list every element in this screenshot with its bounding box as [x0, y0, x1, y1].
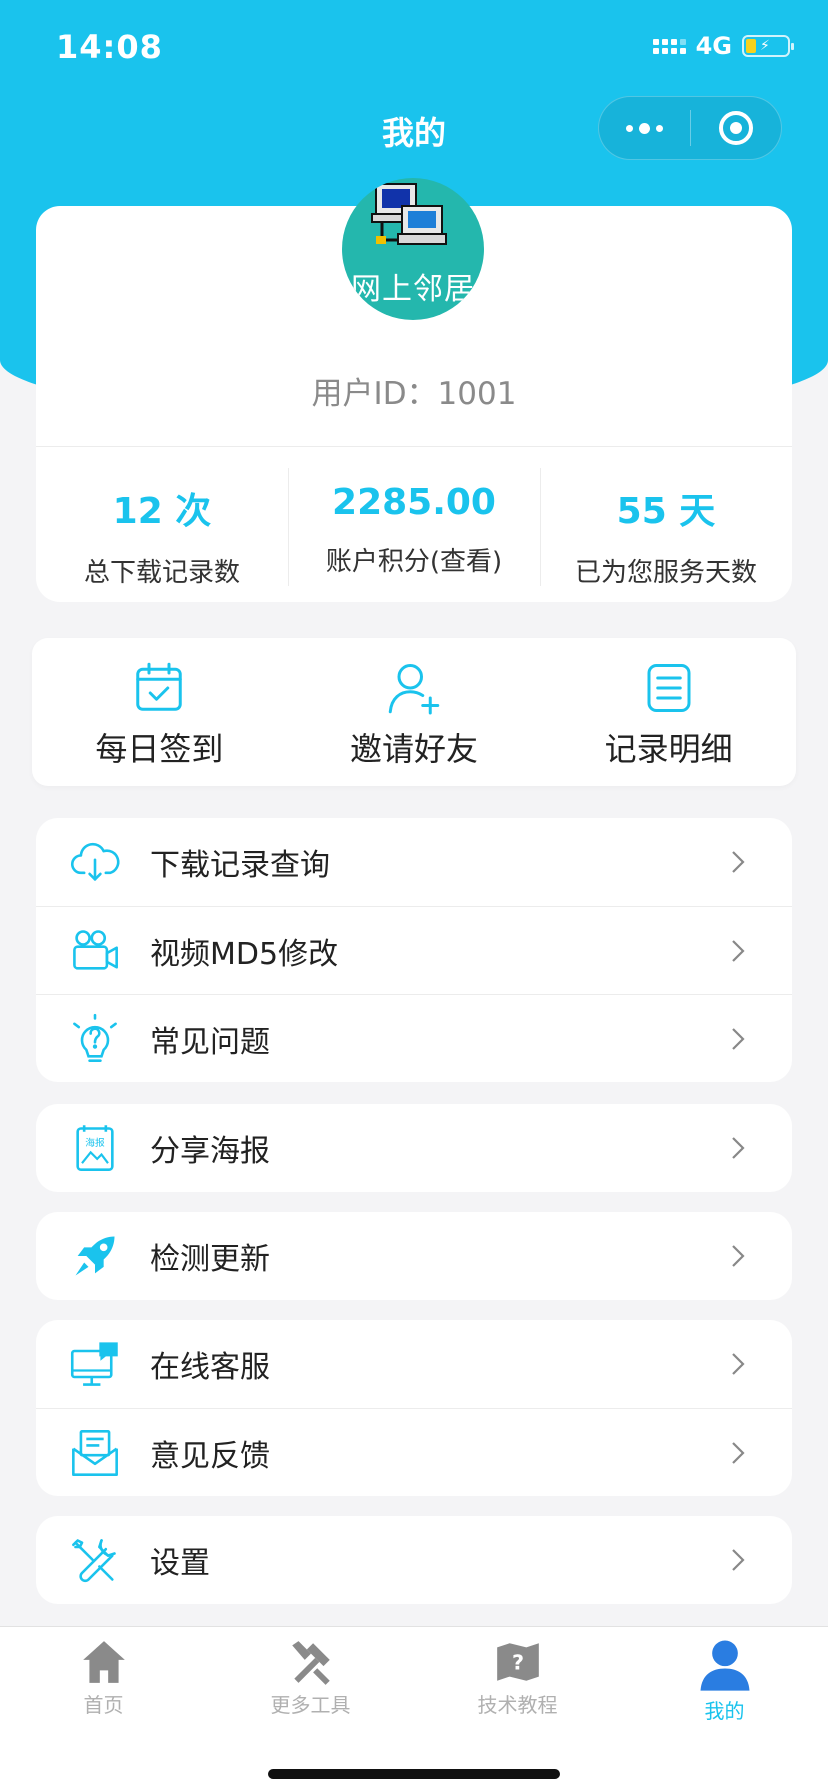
menu-group-update: 检测更新	[36, 1212, 792, 1300]
stat-label: 已为您服务天数	[574, 558, 757, 588]
menu-label: 设置	[150, 1546, 210, 1581]
status-time: 14:08	[56, 28, 163, 66]
stats-divider	[36, 446, 792, 447]
stat-value: 2285.00	[332, 482, 496, 523]
daily-checkin-button[interactable]: 每日签到	[32, 638, 287, 786]
target-circle-icon	[718, 111, 753, 145]
more-dots-icon	[625, 122, 663, 134]
more-button[interactable]	[599, 97, 690, 159]
stat-value: 12 次	[112, 491, 212, 532]
lightbulb-question-icon	[73, 1013, 117, 1062]
tools-icon	[291, 1641, 330, 1685]
quick-action-label: 邀请好友	[350, 730, 479, 768]
menu-group-support: 在线客服 意见反馈	[36, 1320, 792, 1496]
home-indicator	[268, 1769, 560, 1779]
battery-icon: ⚡	[742, 35, 794, 57]
menu-download-history[interactable]: 下载记录查询	[36, 818, 792, 906]
svg-text:?: ?	[511, 1650, 523, 1674]
tutorial-map-icon: ?	[496, 1643, 539, 1681]
stat-value: 55 天	[616, 491, 716, 532]
menu-label: 意见反馈	[150, 1438, 270, 1474]
wrench-icon	[72, 1539, 116, 1583]
quick-action-label: 每日签到	[95, 730, 224, 768]
menu-label: 常见问题	[150, 1024, 270, 1060]
tab-label: 首页	[83, 1693, 124, 1717]
quick-actions: 每日签到 邀请好友 记录明细	[32, 638, 796, 786]
monitor-chat-icon	[70, 1342, 118, 1386]
stat-label: 总下载记录数	[83, 558, 240, 588]
poster-icon-text: 海报	[85, 1136, 105, 1149]
quick-action-label: 记录明细	[604, 730, 733, 768]
status-bar: 14:08 4G ⚡	[0, 0, 828, 96]
stats-row: 12 次 总下载记录数 2285.00 账户积分(查看) 55 天 已为您服务天…	[36, 468, 792, 588]
stat-points[interactable]: 2285.00 账户积分(查看)	[288, 468, 540, 588]
menu-feedback[interactable]: 意见反馈	[36, 1408, 792, 1496]
network-type: 4G	[695, 32, 732, 60]
bottom-tab-bar: 首页 更多工具 ? 技术教程 我的	[0, 1626, 828, 1792]
invite-friends-button[interactable]: 邀请好友	[287, 638, 542, 786]
menu-settings[interactable]: 设置	[36, 1516, 792, 1604]
stat-label: 账户积分(查看)	[325, 547, 503, 577]
avatar[interactable]: 网上邻居	[342, 178, 484, 320]
tab-mine[interactable]: 我的	[621, 1627, 828, 1737]
menu-label: 下载记录查询	[150, 848, 330, 883]
poster-icon: 海报	[76, 1125, 114, 1171]
stat-downloads[interactable]: 12 次 总下载记录数	[36, 468, 288, 588]
menu-label: 分享海报	[150, 1134, 270, 1169]
tab-home[interactable]: 首页	[0, 1627, 207, 1737]
menu-check-update[interactable]: 检测更新	[36, 1212, 792, 1300]
signal-icon	[652, 38, 686, 54]
chevron-right-icon	[732, 939, 745, 962]
add-user-icon	[388, 664, 440, 715]
menu-label: 在线客服	[150, 1350, 270, 1385]
tab-label: 我的	[704, 1699, 745, 1723]
menu-video-md5[interactable]: 视频MD5修改	[36, 906, 792, 994]
menu-label: 视频MD5修改	[150, 936, 339, 972]
menu-group-records: 下载记录查询 视频MD5修改 常见问题	[36, 818, 792, 1082]
chevron-right-icon	[732, 851, 745, 873]
rocket-icon	[75, 1236, 115, 1276]
home-icon	[82, 1641, 125, 1683]
user-id: 用户ID：1001	[311, 376, 517, 412]
tab-label: 更多工具	[270, 1693, 351, 1717]
chevron-right-icon	[732, 1353, 745, 1375]
menu-share-poster[interactable]: 海报 分享海报	[36, 1104, 792, 1192]
chevron-right-icon	[732, 1137, 745, 1159]
envelope-icon	[72, 1429, 118, 1476]
menu-group-share: 海报 分享海报	[36, 1104, 792, 1192]
calendar-check-icon	[136, 662, 183, 711]
tab-label: 技术教程	[477, 1693, 558, 1717]
menu-group-settings: 设置	[36, 1516, 792, 1604]
chevron-right-icon	[732, 1027, 745, 1050]
menu-faq[interactable]: 常见问题	[36, 994, 792, 1082]
chevron-right-icon	[732, 1549, 745, 1571]
chevron-right-icon	[732, 1245, 745, 1267]
avatar-caption: 网上邻居	[351, 272, 475, 307]
chevron-right-icon	[732, 1441, 745, 1464]
user-icon	[700, 1640, 749, 1691]
list-icon	[647, 664, 691, 712]
menu-label: 检测更新	[150, 1242, 270, 1277]
cloud-download-icon	[70, 842, 120, 881]
tab-tutorials[interactable]: ? 技术教程	[414, 1627, 621, 1737]
mini-program-capsule	[598, 96, 782, 160]
status-indicators: 4G ⚡	[652, 32, 794, 60]
close-mini-program-button[interactable]	[691, 97, 782, 159]
video-camera-icon	[73, 929, 118, 970]
tab-more-tools[interactable]: 更多工具	[207, 1627, 414, 1737]
stat-service-days[interactable]: 55 天 已为您服务天数	[540, 468, 792, 588]
record-details-button[interactable]: 记录明细	[541, 638, 796, 786]
menu-online-service[interactable]: 在线客服	[36, 1320, 792, 1408]
